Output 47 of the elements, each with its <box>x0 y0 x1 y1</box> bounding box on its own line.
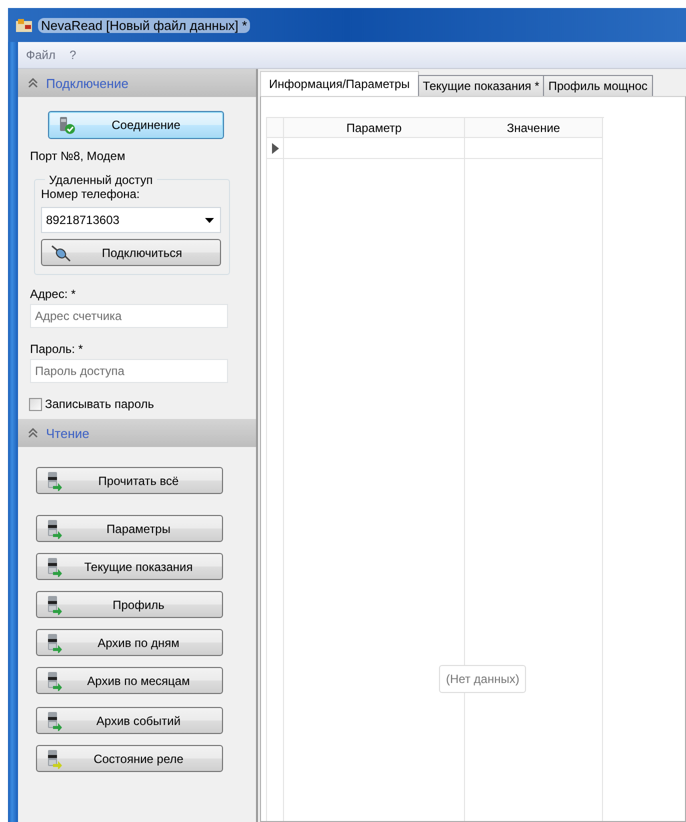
read-button[interactable]: Архив по месяцам <box>36 667 223 694</box>
read-button[interactable]: Состояние реле <box>36 745 223 772</box>
read-button[interactable]: Параметры <box>36 515 223 542</box>
tab[interactable]: Текущие показания * <box>418 75 544 96</box>
meter-icon <box>45 556 63 576</box>
plug-check-icon <box>57 115 77 135</box>
read-button[interactable]: Текущие показания <box>36 553 223 580</box>
meter-icon <box>45 670 63 690</box>
read-button[interactable]: Архив событий <box>36 707 223 734</box>
meter-icon <box>45 594 63 614</box>
meter-icon <box>45 518 63 538</box>
group-title: Удаленный доступ <box>45 173 157 187</box>
tab[interactable]: Информация/Параметры <box>260 71 419 96</box>
table-cell[interactable] <box>284 138 465 159</box>
dial-button[interactable]: Подключиться <box>41 239 221 266</box>
column-header[interactable]: Значение <box>465 118 603 138</box>
connect-button[interactable]: Соединение <box>48 111 224 139</box>
phone-label: Номер телефона: <box>41 187 141 201</box>
window-title: NevaRead [Новый файл данных] * <box>38 18 250 32</box>
collapse-icon[interactable] <box>28 428 38 438</box>
phone-combo[interactable]: 89218713603 <box>41 207 221 233</box>
row-header-cell[interactable] <box>267 138 284 159</box>
checkbox-label[interactable]: Записывать пароль <box>45 397 154 411</box>
read-button[interactable]: Архив по дням <box>36 629 223 656</box>
meter-icon <box>45 710 63 730</box>
password-field[interactable]: Пароль доступа <box>30 359 228 383</box>
column-header[interactable]: Параметр <box>284 118 465 138</box>
collapse-icon[interactable] <box>28 78 38 88</box>
dropdown-arrow-icon[interactable] <box>205 218 214 222</box>
app-icon <box>16 18 32 32</box>
meter-icon <box>45 632 63 652</box>
read-button[interactable]: Прочитать всё <box>36 467 223 494</box>
port-status: Порт №8, Модем <box>30 149 126 163</box>
empty-message: (Нет данных) <box>439 665 526 693</box>
menu-item[interactable]: ? <box>70 48 76 62</box>
address-label: Адрес: * <box>30 287 77 301</box>
meter-icon <box>45 470 63 490</box>
row-pointer-icon <box>272 142 278 154</box>
read-button[interactable]: Профиль <box>36 591 223 618</box>
menu-item[interactable]: Файл <box>26 48 56 62</box>
meter-icon <box>45 748 63 768</box>
connector-icon <box>50 244 72 262</box>
checkbox[interactable] <box>29 398 42 410</box>
tab[interactable]: Профиль мощнос <box>543 75 653 96</box>
table-cell[interactable] <box>465 138 603 159</box>
address-field[interactable]: Адрес счетчика <box>30 304 228 328</box>
password-label: Пароль: * <box>30 342 84 356</box>
